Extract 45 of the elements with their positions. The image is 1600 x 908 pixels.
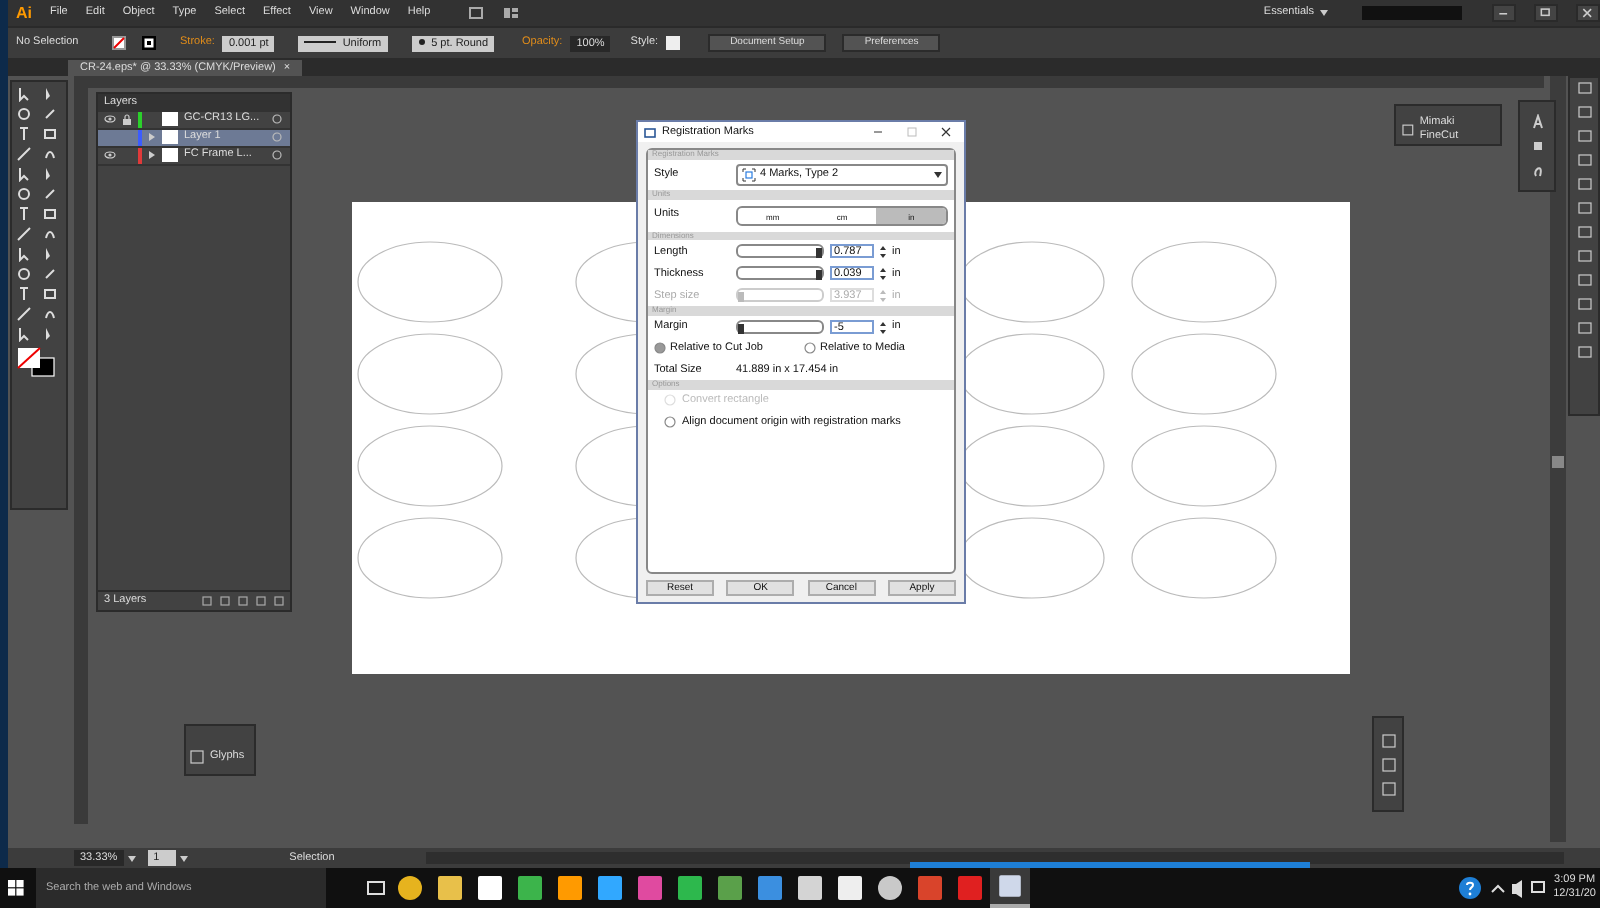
tool-icon[interactable] xyxy=(16,126,32,142)
panel-icon[interactable] xyxy=(1531,114,1543,130)
arrange-icon[interactable] xyxy=(502,6,523,20)
caret-icon[interactable] xyxy=(127,855,136,861)
close-icon[interactable] xyxy=(1576,4,1600,22)
caret-icon[interactable] xyxy=(1320,10,1328,16)
horizontal-scrollbar[interactable] xyxy=(426,852,1564,864)
caret-icon[interactable] xyxy=(179,855,188,861)
spinner-icon[interactable] xyxy=(880,321,886,334)
window-icon[interactable] xyxy=(990,868,1030,908)
tool-icon[interactable] xyxy=(16,286,32,302)
maximize-icon[interactable] xyxy=(1534,4,1558,22)
help-icon[interactable] xyxy=(1457,876,1482,900)
checkbox[interactable] xyxy=(664,416,676,429)
vertical-scrollbar[interactable] xyxy=(1550,76,1566,842)
stroke-swatch[interactable] xyxy=(142,36,156,50)
eye-icon[interactable] xyxy=(104,150,116,161)
close-icon[interactable] xyxy=(940,126,952,138)
slider-thumb[interactable] xyxy=(738,324,744,335)
eye-icon[interactable] xyxy=(104,114,116,125)
stroke-line-icon xyxy=(304,38,337,47)
caret-icon xyxy=(934,171,942,178)
window-icon xyxy=(644,127,656,137)
slider-thumb[interactable] xyxy=(816,248,822,259)
radio-button[interactable] xyxy=(804,342,816,355)
style-swatch[interactable] xyxy=(666,36,681,50)
fill-swatch[interactable] xyxy=(112,36,126,50)
radio-button[interactable] xyxy=(654,342,666,355)
plugin-icon[interactable] xyxy=(1402,124,1414,136)
minimize-icon[interactable] xyxy=(1492,4,1516,22)
minimize-icon[interactable] xyxy=(872,126,884,138)
slider-thumb[interactable] xyxy=(816,270,822,281)
scroll-thumb[interactable] xyxy=(1552,456,1564,468)
brush-dot-icon xyxy=(417,38,426,47)
search-field[interactable] xyxy=(1362,6,1462,20)
glyph-a-icon[interactable] xyxy=(190,749,204,763)
spinner-icon[interactable] xyxy=(880,267,886,280)
spinner-icon[interactable] xyxy=(880,245,886,258)
bridge-icon[interactable] xyxy=(468,6,485,20)
fill-stroke-swatch[interactable] xyxy=(16,346,56,378)
tool-icon[interactable] xyxy=(16,206,32,222)
tray-icons[interactable] xyxy=(1487,878,1548,898)
app-logo: Ai xyxy=(16,3,32,23)
marks-icon xyxy=(742,167,756,182)
lock-icon[interactable] xyxy=(122,113,132,126)
